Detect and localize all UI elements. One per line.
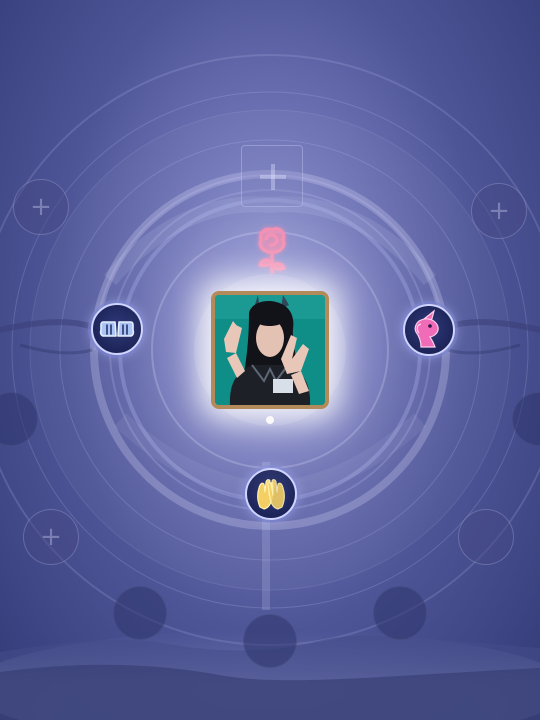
- outer-slot-bottom-right[interactable]: [458, 509, 514, 565]
- bottom-slot-left[interactable]: [113, 586, 167, 640]
- top-add-slot[interactable]: [241, 145, 303, 207]
- player-photo-icon: [215, 295, 325, 405]
- plus-icon: +: [40, 522, 62, 552]
- outer-slot-bottom-left[interactable]: +: [23, 509, 79, 565]
- unicorn-emote[interactable]: [403, 304, 455, 356]
- bottom-slot-center[interactable]: [243, 614, 297, 668]
- bottom-slot-right[interactable]: [373, 586, 427, 640]
- unicorn-icon: [414, 309, 439, 348]
- raised-hands-icon: [257, 479, 285, 510]
- plus-icon: +: [30, 192, 52, 222]
- fist-bump-emote[interactable]: [91, 303, 143, 355]
- plus-icon-horizontal: [260, 175, 286, 179]
- plus-icon: +: [488, 196, 510, 226]
- fist-bump-icon: [99, 321, 135, 337]
- rose-icon[interactable]: [249, 222, 295, 280]
- outer-slot-top-right[interactable]: +: [471, 183, 527, 239]
- player-portrait: [211, 291, 329, 409]
- plus-icon: [459, 510, 513, 564]
- outer-slot-top-left[interactable]: +: [13, 179, 69, 235]
- raised-hands-emote[interactable]: [245, 468, 297, 520]
